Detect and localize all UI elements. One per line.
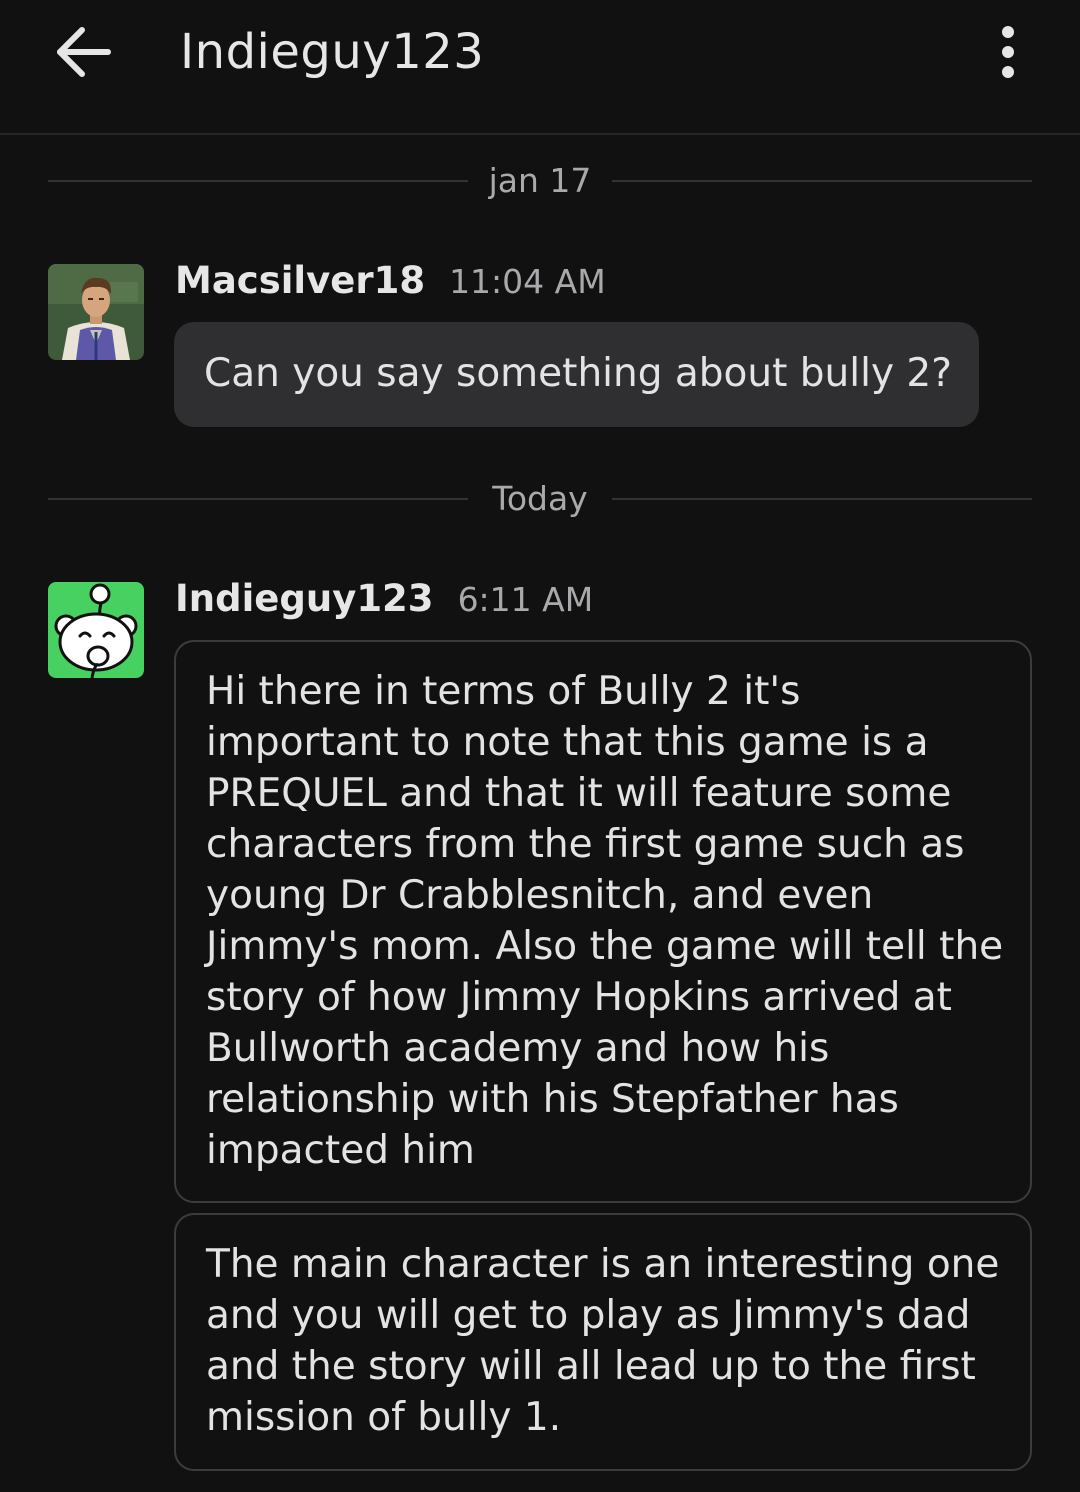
user-portrait-avatar: [48, 264, 144, 360]
avatar-indieguy123[interactable]: [48, 582, 144, 678]
message-line: The main character is an interesting one: [206, 1242, 1000, 1287]
back-button[interactable]: [52, 22, 116, 82]
message-line: Hi there in terms of Bully 2 it's: [206, 669, 801, 714]
message-bubble[interactable]: Can you say something about bully 2?: [174, 322, 979, 427]
message-line: and you will get to play as Jimmy's dad: [206, 1293, 971, 1338]
message-timestamp: 11:04 AM: [449, 262, 606, 301]
message-timestamp: 6:11 AM: [457, 580, 594, 619]
avatar-macsilver18[interactable]: [48, 264, 144, 360]
message-line: relationship with his Stepfather has: [206, 1077, 899, 1122]
message-header: Indieguy123 6:11 AM: [175, 577, 593, 621]
message-bubble[interactable]: Hi there in terms of Bully 2 it's import…: [174, 640, 1032, 1203]
message-line: Bullworth academy and how his: [206, 1026, 830, 1071]
message-line: mission of bully 1.: [206, 1395, 562, 1440]
author-name[interactable]: Indieguy123: [175, 577, 434, 620]
message-header: Macsilver18 11:04 AM: [175, 259, 606, 303]
message-bubble[interactable]: The main character is an interesting one…: [174, 1213, 1032, 1471]
page-title: Indieguy123: [180, 24, 485, 80]
divider-line: [612, 180, 1032, 182]
more-options-button[interactable]: [988, 20, 1028, 84]
message-line: characters from the first game such as: [206, 822, 965, 867]
message-line: PREQUEL and that it will feature some: [206, 771, 952, 816]
message-line: Jimmy's mom. Also the game will tell the: [206, 924, 1004, 969]
more-vertical-icon: [1002, 26, 1014, 78]
author-name[interactable]: Macsilver18: [175, 259, 425, 302]
date-divider: jan 17: [48, 161, 1032, 201]
conversation-header: Indieguy123: [0, 0, 1080, 135]
snoo-avatar-icon: [48, 582, 144, 678]
divider-line: [612, 498, 1032, 500]
message-line: young Dr Crabblesnitch, and even: [206, 873, 874, 918]
date-divider: Today: [48, 479, 1032, 519]
message-line: impacted him: [206, 1128, 475, 1173]
message-line: story of how Jimmy Hopkins arrived at: [206, 975, 952, 1020]
message-line: important to note that this game is a: [206, 720, 929, 765]
arrow-left-icon: [57, 27, 111, 77]
message-line: and the story will all lead up to the fi…: [206, 1344, 976, 1389]
